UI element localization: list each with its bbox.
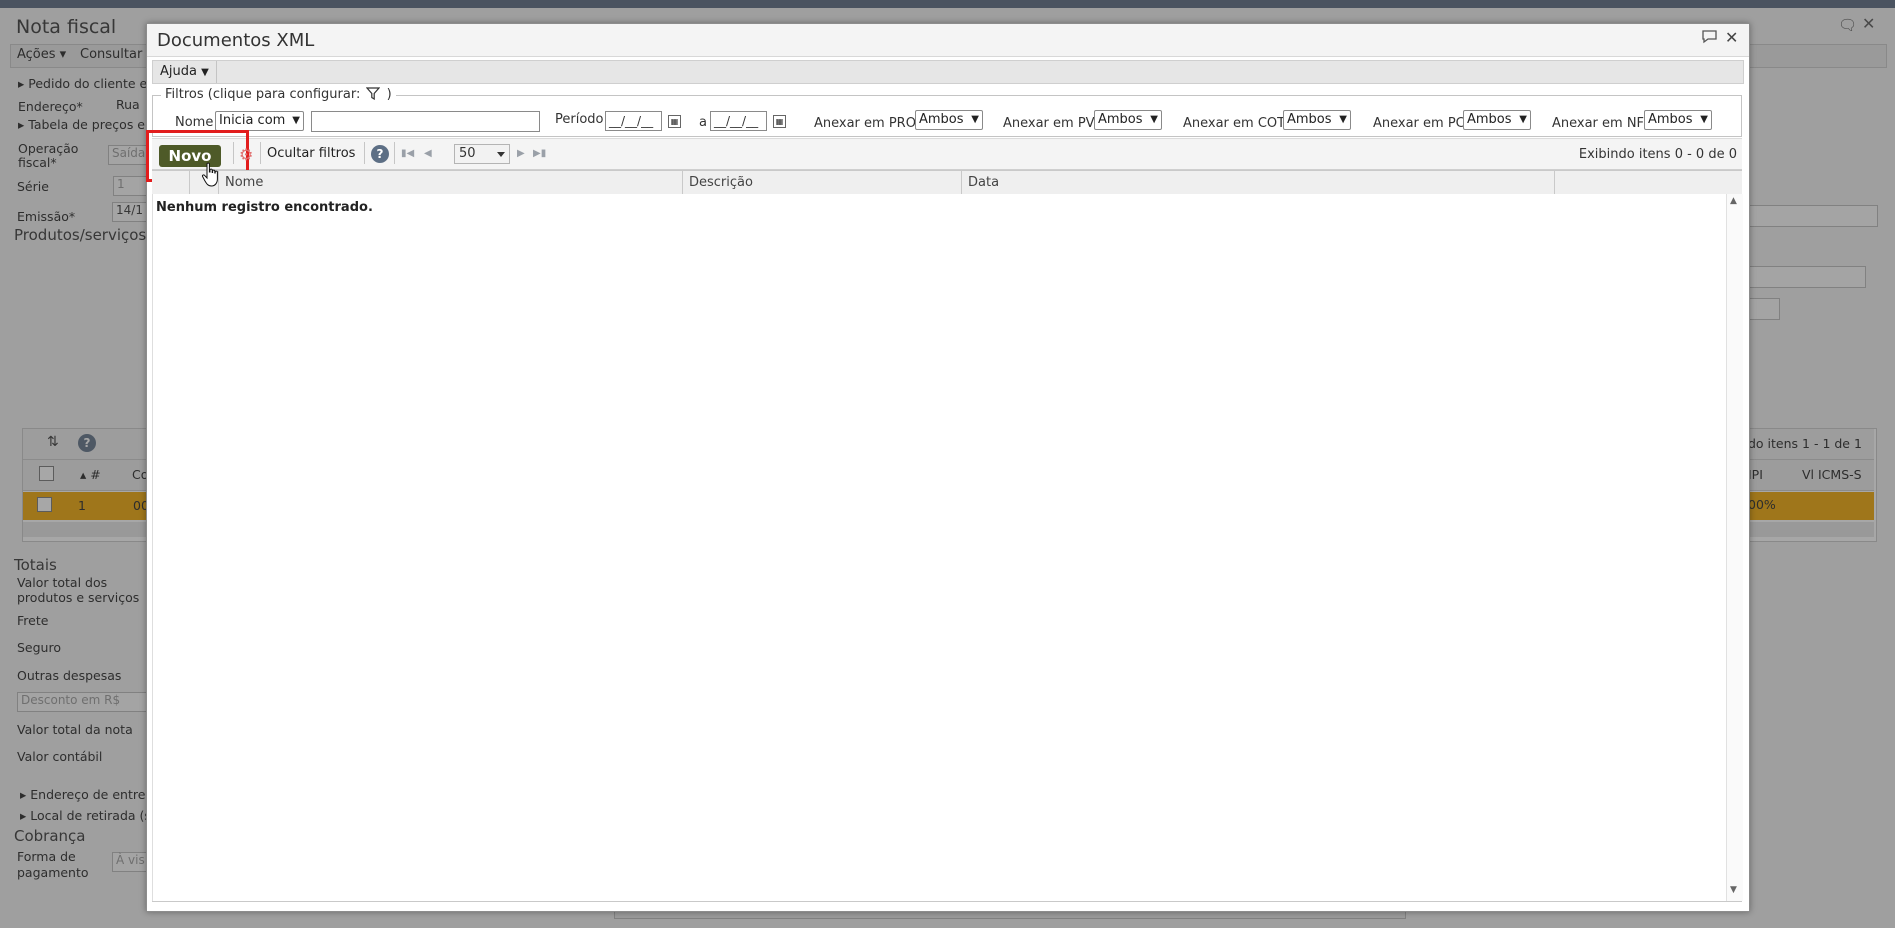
ocultar-filtros-button[interactable]: Ocultar filtros [267,146,355,161]
grid-vertical-scrollbar[interactable]: ▲ ▼ [1726,194,1743,901]
chevron-down-icon [497,152,505,157]
dialog-header: Documentos XML ✕ [147,24,1749,57]
empty-message: Nenhum registro encontrado. [156,200,373,215]
menu-ajuda[interactable]: Ajuda ▼ [153,61,217,83]
anexar-cot-label: Anexar em COT [1183,116,1286,131]
exibindo-itens: Exibindo itens 0 - 0 de 0 [1578,147,1737,162]
nome-input[interactable] [311,111,540,132]
last-page-icon[interactable]: ▶▮ [533,148,546,159]
anexar-pv-select[interactable]: Ambos ▼ [1094,110,1162,130]
grid-col-descricao[interactable]: Descrição [683,171,962,194]
date-from-input[interactable]: __/__/__ [605,111,662,131]
hand-pointer-icon [201,162,218,187]
anexar-cot-select[interactable]: Ambos ▼ [1283,110,1351,130]
close-icon[interactable]: ✕ [1725,28,1738,47]
periodo-label: Período [555,112,604,127]
grid-col-select[interactable] [152,171,190,194]
next-page-icon[interactable]: ▶ [517,148,525,159]
gear-icon[interactable]: ⚙ [239,145,253,164]
anexar-pro-label: Anexar em PRO [814,116,916,131]
date-to-calendar-icon[interactable]: ▦ [773,115,786,128]
date-from-calendar-icon[interactable]: ▦ [668,115,681,128]
nome-mode-select[interactable]: Inicia com ▼ [215,111,304,131]
help-icon[interactable]: ? [371,145,389,163]
scroll-down-icon[interactable]: ▼ [1730,885,1737,895]
first-page-icon[interactable]: ▮◀ [401,148,414,159]
nome-label: Nome [175,115,214,130]
dialog-menubar: Ajuda ▼ [152,60,1744,84]
a-label: a [699,115,707,130]
toolbar-separator [394,142,395,164]
scroll-up-icon[interactable]: ▲ [1730,196,1737,206]
toolbar-separator [233,142,234,164]
toolbar-separator [260,142,261,164]
documentos-xml-dialog: Documentos XML ✕ Ajuda ▼ Filtros (clique… [146,23,1750,912]
anexar-pc-select[interactable]: Ambos ▼ [1463,110,1531,130]
top-border [0,0,1895,8]
dialog-title: Documentos XML [157,30,315,51]
anexar-pc-label: Anexar em PC [1373,116,1465,131]
prev-page-icon[interactable]: ◀ [424,148,432,159]
grid-col-data[interactable]: Data [962,171,1555,194]
chat-icon[interactable] [1701,29,1718,48]
filter-icon[interactable] [366,87,381,101]
page-size-select[interactable]: 50 [454,144,510,164]
anexar-pro-select[interactable]: Ambos ▼ [915,110,983,130]
grid-bottom-border [152,901,1742,907]
grid-col-nome[interactable]: Nome [219,171,683,194]
grid-body [152,194,1727,901]
filters-legend[interactable]: Filtros (clique para configurar: ) [161,87,396,102]
toolbar-separator [364,142,365,164]
grid-toolbar [152,138,1742,170]
anexar-pv-label: Anexar em PV [1003,116,1095,131]
date-to-input[interactable]: __/__/__ [710,111,767,131]
grid-header: Nome Descrição Data [152,170,1742,195]
anexar-nf-label: Anexar em NF [1552,116,1645,131]
anexar-nf-select[interactable]: Ambos ▼ [1644,110,1712,130]
